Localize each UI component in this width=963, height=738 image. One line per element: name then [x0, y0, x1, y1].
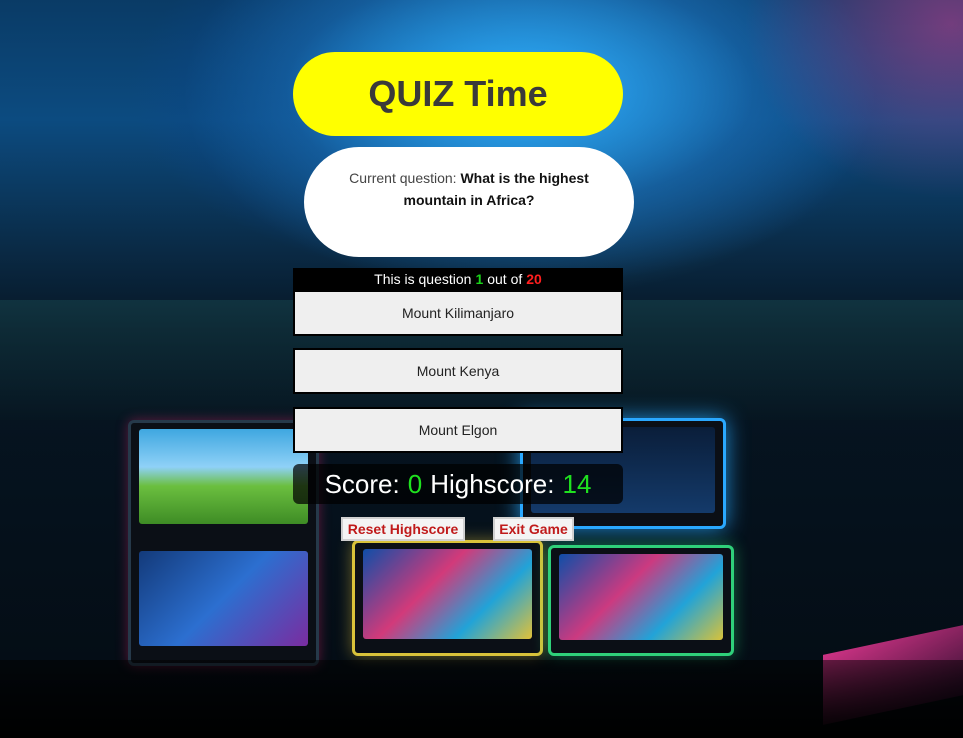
quiz-app: QUIZ Time Current question: What is the …: [0, 0, 963, 738]
reset-highscore-label: Reset Highscore: [347, 521, 459, 537]
reset-highscore-button[interactable]: Reset Highscore: [341, 517, 465, 541]
answer-button-1[interactable]: Mount Kilimanjaro: [293, 290, 623, 336]
highscore-label: Highscore:: [430, 468, 555, 499]
score-panel: Score: 0 Highscore: 14: [293, 464, 623, 504]
question-progress: This is question 1 out of 20: [293, 268, 623, 290]
score-label: Score:: [324, 468, 400, 499]
answer-label: Mount Elgon: [418, 422, 498, 438]
score-value: 0: [407, 468, 423, 499]
exit-game-label: Exit Game: [499, 521, 568, 537]
exit-game-button[interactable]: Exit Game: [493, 517, 574, 541]
quiz-title-text: QUIZ Time: [368, 73, 548, 114]
answer-button-2[interactable]: Mount Kenya: [293, 348, 623, 394]
quiz-title: QUIZ Time: [293, 52, 623, 136]
progress-middle-text: out of: [487, 271, 523, 287]
progress-total: 20: [526, 271, 542, 287]
answer-button-3[interactable]: Mount Elgon: [293, 407, 623, 453]
highscore-value: 14: [562, 468, 592, 499]
answer-label: Mount Kenya: [416, 363, 500, 379]
question-prefix: Current question:: [349, 170, 457, 186]
progress-before-text: This is question: [374, 271, 472, 287]
progress-current: 1: [475, 271, 484, 287]
question-bubble: Current question: What is the highest mo…: [304, 147, 634, 257]
answer-label: Mount Kilimanjaro: [401, 305, 515, 321]
